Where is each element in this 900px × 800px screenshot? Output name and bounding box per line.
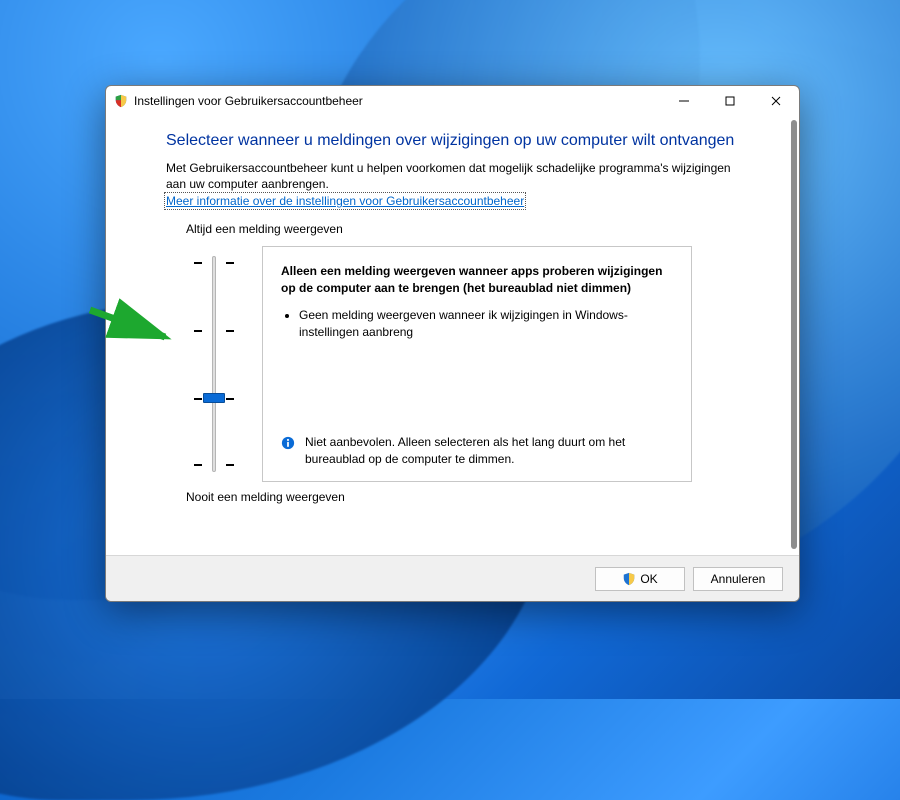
uac-slider[interactable] xyxy=(166,246,262,482)
page-title: Selecteer wanneer u meldingen over wijzi… xyxy=(166,132,769,150)
recommendation-text: Niet aanbevolen. Alleen selecteren als h… xyxy=(305,434,673,468)
slider-tick xyxy=(194,464,202,466)
cancel-button[interactable]: Annuleren xyxy=(693,567,783,591)
vertical-scrollbar[interactable] xyxy=(791,120,797,549)
slider-tick xyxy=(226,330,234,332)
slider-zone: Altijd een melding weergeven xyxy=(166,222,769,504)
slider-tick xyxy=(226,262,234,264)
uac-settings-window: Instellingen voor Gebruikersaccountbehee… xyxy=(105,85,800,602)
cancel-button-label: Annuleren xyxy=(711,572,766,586)
shield-icon xyxy=(114,94,128,108)
slider-track xyxy=(212,256,216,472)
slider-tick xyxy=(226,398,234,400)
slider-top-label: Altijd een melding weergeven xyxy=(186,222,769,236)
description-title: Alleen een melding weergeven wanneer app… xyxy=(281,263,673,297)
intro-text: Met Gebruikersaccountbeheer kunt u helpe… xyxy=(166,160,736,192)
info-icon xyxy=(281,436,295,450)
button-bar: OK Annuleren xyxy=(106,555,799,601)
window-title: Instellingen voor Gebruikersaccountbehee… xyxy=(134,94,363,108)
close-button[interactable] xyxy=(753,86,799,116)
description-box: Alleen een melding weergeven wanneer app… xyxy=(262,246,692,482)
ok-button-label: OK xyxy=(640,572,657,586)
recommendation-note: Niet aanbevolen. Alleen selecteren als h… xyxy=(281,434,673,468)
slider-tick xyxy=(226,464,234,466)
shield-icon xyxy=(622,572,636,586)
client-area: Selecteer wanneer u meldingen over wijzi… xyxy=(106,116,799,601)
minimize-button[interactable] xyxy=(661,86,707,116)
slider-tick xyxy=(194,398,202,400)
slider-tick xyxy=(194,330,202,332)
description-list: Geen melding weergeven wanneer ik wijzig… xyxy=(281,307,673,347)
more-info-link[interactable]: Meer informatie over de instellingen voo… xyxy=(166,194,524,208)
ok-button[interactable]: OK xyxy=(595,567,685,591)
maximize-button[interactable] xyxy=(707,86,753,116)
titlebar[interactable]: Instellingen voor Gebruikersaccountbehee… xyxy=(106,86,799,116)
slider-tick xyxy=(194,262,202,264)
slider-thumb[interactable] xyxy=(203,393,225,403)
slider-bottom-label: Nooit een melding weergeven xyxy=(186,490,769,504)
description-bullet: Geen melding weergeven wanneer ik wijzig… xyxy=(299,307,673,341)
